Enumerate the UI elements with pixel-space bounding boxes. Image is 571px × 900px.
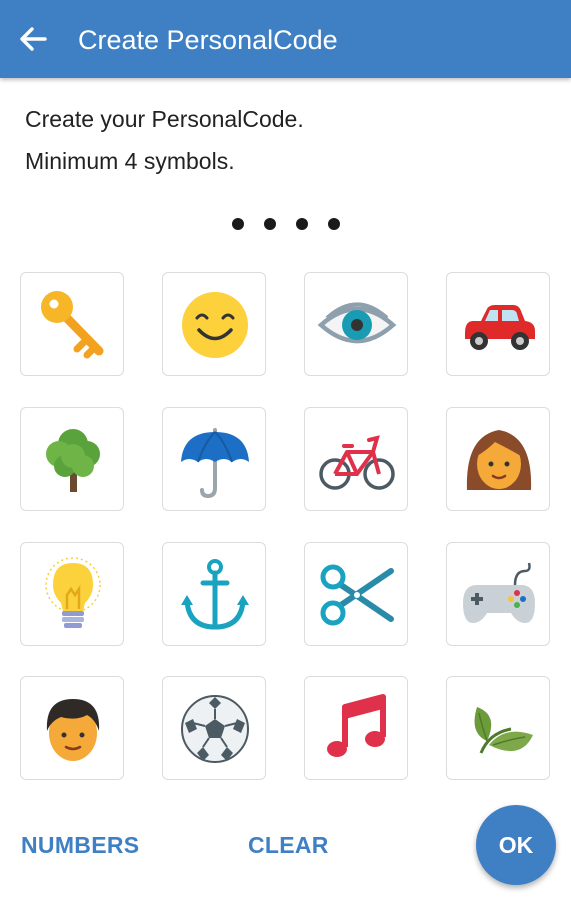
ok-button[interactable]: OK [476, 805, 556, 885]
symbol-tree-button[interactable] [20, 407, 124, 511]
symbol-soccer-ball-button[interactable] [162, 676, 266, 780]
tree-icon [46, 429, 100, 492]
clear-button[interactable]: CLEAR [248, 830, 329, 860]
music-note-icon [327, 694, 386, 757]
eye-icon [317, 302, 397, 344]
code-dot [328, 218, 340, 230]
code-dot [232, 218, 244, 230]
symbol-gamepad-button[interactable] [446, 542, 550, 646]
symbol-anchor-button[interactable] [162, 542, 266, 646]
symbol-umbrella-button[interactable] [162, 407, 266, 511]
numbers-button[interactable]: NUMBERS [21, 830, 139, 860]
symbol-lightbulb-button[interactable] [20, 542, 124, 646]
code-dot [264, 218, 276, 230]
car-icon [465, 305, 535, 350]
woman-face-icon [466, 430, 532, 490]
code-progress-dots [232, 218, 342, 230]
man-face-icon [46, 699, 100, 761]
symbol-man-button[interactable] [20, 676, 124, 780]
symbol-bicycle-button[interactable] [304, 407, 408, 511]
scissors-icon [320, 564, 394, 626]
umbrella-icon [181, 428, 249, 499]
leaves-icon [474, 707, 533, 754]
smiley-face-icon [182, 292, 248, 358]
light-bulb-icon [45, 557, 101, 628]
arrow-left-icon [20, 27, 47, 51]
page-title: Create PersonalCode [78, 25, 338, 55]
anchor-icon [181, 559, 249, 630]
symbol-scissors-button[interactable] [304, 542, 408, 646]
game-controller-icon [463, 562, 535, 623]
back-button[interactable] [8, 14, 58, 64]
instruction-text: Create your PersonalCode. [25, 106, 304, 132]
symbol-woman-button[interactable] [446, 407, 550, 511]
symbol-leaves-button[interactable] [446, 676, 550, 780]
key-icon [41, 291, 104, 359]
minimum-symbols-hint: Minimum 4 symbols. [25, 148, 235, 174]
soccer-ball-icon [181, 695, 249, 763]
symbol-smiley-button[interactable] [162, 272, 266, 376]
symbol-car-button[interactable] [446, 272, 550, 376]
bicycle-icon [319, 435, 395, 490]
symbol-key-button[interactable] [20, 272, 124, 376]
symbol-music-note-button[interactable] [304, 676, 408, 780]
app-bar: Create PersonalCode [0, 0, 571, 78]
symbol-eye-button[interactable] [304, 272, 408, 376]
code-dot [296, 218, 308, 230]
